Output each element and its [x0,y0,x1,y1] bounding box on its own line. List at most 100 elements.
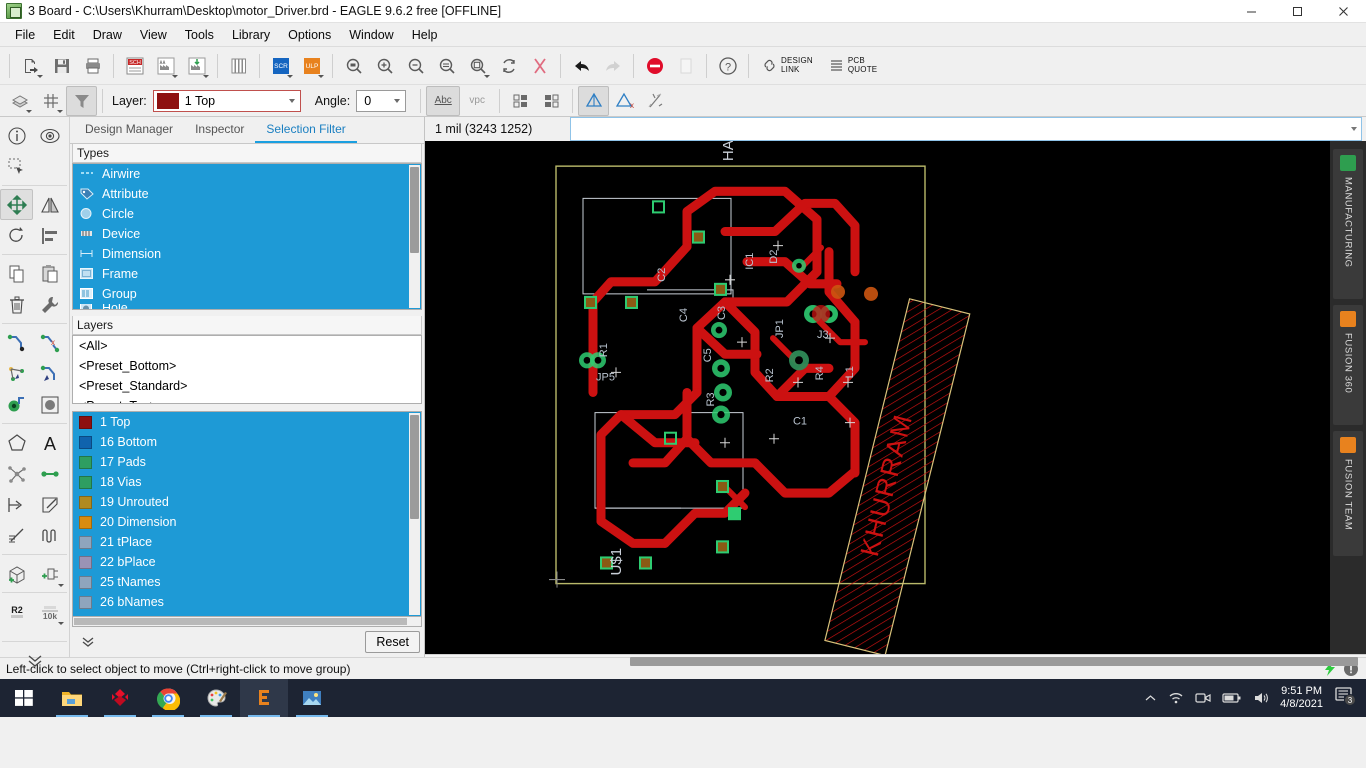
menu-edit[interactable]: Edit [44,25,84,45]
miter-tool[interactable] [33,358,66,389]
red-app-button[interactable] [96,679,144,717]
add-package-tool[interactable] [0,558,33,589]
dock-fusion-team[interactable]: FUSION TEAM [1333,431,1363,556]
table-row[interactable]: 20 Dimension [73,512,421,533]
switch-to-schematic-button[interactable]: SCH [119,51,150,81]
design-link-button[interactable]: DESIGN LINK [754,51,821,81]
battery-icon[interactable] [1222,691,1242,705]
show-tool[interactable] [33,120,66,151]
zoom-out-button[interactable] [400,51,431,81]
scrollbar-thumb[interactable] [410,166,419,253]
notifications-button[interactable]: 3 [1334,686,1358,710]
list-item[interactable]: Group [73,283,421,304]
list-item[interactable]: <All> [73,336,421,356]
scrollbar-thumb[interactable] [410,415,419,520]
route-tool[interactable] [0,327,33,358]
airwire-tool[interactable] [33,458,66,489]
start-button[interactable] [0,679,48,717]
text-vpc-button[interactable]: vpc [460,86,494,116]
speaker-icon[interactable] [1253,691,1269,705]
move-tool[interactable] [0,189,33,220]
add-part-tool[interactable] [33,558,66,589]
save-button[interactable] [46,51,77,81]
text-abc-button[interactable]: Abc [426,85,461,116]
types-list[interactable]: Airwire Attribute Circle Device Dimensio… [72,162,422,311]
eagle-app-button[interactable] [240,679,288,717]
table-row[interactable]: 21 tPlace [73,532,421,553]
undo-button[interactable] [566,51,597,81]
ratsnest-tool[interactable] [0,458,33,489]
menu-help[interactable]: Help [403,25,447,45]
file-explorer-button[interactable] [48,679,96,717]
more-tools-button[interactable] [18,645,51,676]
camera-icon[interactable] [1195,691,1211,705]
pcb-quote-button[interactable]: PCB QUOTE [821,51,885,81]
signal-tool[interactable] [0,489,33,520]
hole-tool[interactable] [33,389,66,420]
group-tool[interactable] [0,151,33,182]
list-item[interactable]: <Preset_Standard> [73,376,421,396]
blank-page-button[interactable] [670,51,701,81]
photos-app-button[interactable] [288,679,336,717]
grid-button[interactable] [35,86,66,116]
dock-fusion-360[interactable]: FUSION 360 [1333,305,1363,425]
types-scrollbar[interactable] [409,164,420,309]
erc-button[interactable]: x [609,86,640,116]
chrome-button[interactable] [144,679,192,717]
table-row[interactable]: 25 tNames [73,572,421,593]
wire-tool[interactable] [33,489,66,520]
layers-scrollbar[interactable] [409,413,420,615]
list-item[interactable]: <Preset_Bottom> [73,356,421,376]
selection-filter-button[interactable] [66,85,97,116]
library-button[interactable] [223,51,254,81]
command-input[interactable] [570,117,1362,141]
minimize-button[interactable] [1228,0,1274,23]
cam-job-button[interactable] [181,51,212,81]
cam-processor-button[interactable] [150,51,181,81]
dock-manufacturing[interactable]: MANUFACTURING [1333,149,1363,299]
rotate-tool[interactable] [0,220,33,251]
scrollbar-thumb[interactable] [630,657,1358,666]
table-row[interactable]: 19 Unrouted [73,492,421,513]
sch-script-button[interactable]: SCR [265,51,296,81]
maximize-button[interactable] [1274,0,1320,23]
chevron-down-icon[interactable] [284,91,300,111]
layers-list[interactable]: 1 Top 16 Bottom 17 Pads 18 Vias 19 Unrou… [72,411,422,617]
zoom-fit-button[interactable] [338,51,369,81]
tab-design-manager[interactable]: Design Manager [74,117,184,143]
table-row[interactable]: 26 bNames [73,592,421,613]
polygon-tool[interactable] [0,427,33,458]
angle-select[interactable]: 0 [356,89,407,112]
layers-hscrollbar[interactable] [72,616,422,627]
canvas-hscrollbar[interactable] [425,654,1366,666]
menu-window[interactable]: Window [340,25,402,45]
paste-tool[interactable] [33,258,66,289]
menu-options[interactable]: Options [279,25,340,45]
ripup-tool[interactable]: x [33,327,66,358]
open-button[interactable] [15,51,46,81]
print-button[interactable] [77,51,108,81]
zoom-in-button[interactable] [369,51,400,81]
reset-button[interactable]: Reset [365,630,420,653]
close-button[interactable] [1320,0,1366,23]
table-row[interactable]: 1 Top [73,412,421,433]
stop-x-button[interactable] [524,51,555,81]
list-item[interactable]: Circle [73,203,421,224]
collapse-panel-button[interactable] [74,631,102,653]
list-item[interactable]: <Preset_Top> [73,396,421,403]
list-item[interactable]: Attribute [73,183,421,204]
zoom-redraw-button[interactable] [431,51,462,81]
list-item[interactable]: Hole [73,303,421,310]
info-tool[interactable] [0,120,33,151]
dimension-tool[interactable] [0,520,33,551]
tab-selection-filter[interactable]: Selection Filter [255,117,357,143]
split-tool[interactable] [0,358,33,389]
drc-button[interactable] [578,85,610,116]
ulp-button[interactable]: ULP [296,51,327,81]
table-row[interactable]: 16 Bottom [73,432,421,453]
table-row[interactable]: 17 Pads [73,452,421,473]
change-tool[interactable] [33,289,66,320]
menu-tools[interactable]: Tools [176,25,223,45]
help-button[interactable]: ? [712,51,743,81]
list-item[interactable]: Device [73,223,421,244]
